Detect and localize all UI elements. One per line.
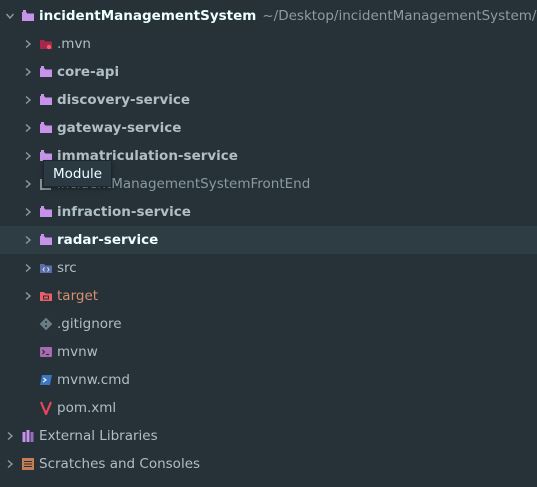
tree-row-core-api[interactable]: core-api xyxy=(0,58,537,86)
chevron-right-icon[interactable] xyxy=(22,290,34,302)
root-folder-name: incidentManagementSystem xyxy=(39,8,257,24)
chevron-right-icon[interactable] xyxy=(4,458,16,470)
module-tooltip: Module xyxy=(43,160,113,187)
chevron-right-icon[interactable] xyxy=(22,178,34,190)
tree-row-pom-xml[interactable]: pom.xml xyxy=(0,394,537,422)
tree-item-label: radar-service xyxy=(57,232,159,248)
tree-item-label: target xyxy=(57,288,99,304)
chevron-right-icon[interactable] xyxy=(22,38,34,50)
tree-item-label: discovery-service xyxy=(57,92,191,108)
tree-item-label: mvnw.cmd xyxy=(57,372,130,388)
chevron-right-icon[interactable] xyxy=(22,262,34,274)
tree-row-discovery-service[interactable]: discovery-service xyxy=(0,86,537,114)
maven-icon xyxy=(39,401,53,415)
tree-row-radar-service[interactable]: radar-service xyxy=(0,226,537,254)
chevron-right-icon[interactable] xyxy=(22,66,34,78)
tree-item-label: mvnw xyxy=(57,344,98,360)
powershell-icon xyxy=(39,373,53,387)
tree-item-label: infraction-service xyxy=(57,204,191,220)
tree-item-label: .mvn xyxy=(57,36,91,52)
tree-row-infraction-service[interactable]: infraction-service xyxy=(0,198,537,226)
tree-item-label: core-api xyxy=(57,64,120,80)
git-icon xyxy=(39,317,53,331)
module-folder-icon xyxy=(21,9,35,23)
source-folder-icon xyxy=(39,261,53,275)
tooltip-text: Module xyxy=(53,165,103,182)
chevron-right-icon[interactable] xyxy=(22,94,34,106)
tree-item-label: Scratches and Consoles xyxy=(39,456,201,472)
tree-row-scratches[interactable]: Scratches and Consoles xyxy=(0,450,537,478)
module-folder-icon xyxy=(39,233,53,247)
module-folder-icon xyxy=(39,121,53,135)
tree-item-label: src xyxy=(57,260,77,276)
tree-row-mvn[interactable]: .mvn xyxy=(0,30,537,58)
tree-row-mvnw[interactable]: mvnw xyxy=(0,338,537,366)
tree-item-label: gateway-service xyxy=(57,120,182,136)
chevron-right-icon[interactable] xyxy=(4,430,16,442)
tree-row-target[interactable]: target xyxy=(0,282,537,310)
module-folder-icon xyxy=(39,205,53,219)
tree-row-root[interactable]: incidentManagementSystem ~/Desktop/incid… xyxy=(0,2,537,30)
folder-icon xyxy=(39,37,53,51)
chevron-down-icon[interactable] xyxy=(4,10,16,22)
excluded-folder-icon xyxy=(39,289,53,303)
project-tree: incidentManagementSystem ~/Desktop/incid… xyxy=(0,0,537,487)
tree-row-gateway-service[interactable]: gateway-service xyxy=(0,114,537,142)
module-folder-icon xyxy=(39,65,53,79)
module-folder-icon xyxy=(39,93,53,107)
tree-row-gitignore[interactable]: .gitignore xyxy=(0,310,537,338)
scratches-icon xyxy=(21,457,35,471)
tree-row-src[interactable]: src xyxy=(0,254,537,282)
tree-row-external-libraries[interactable]: External Libraries xyxy=(0,422,537,450)
tree-item-label: .gitignore xyxy=(57,316,122,332)
chevron-right-icon[interactable] xyxy=(22,234,34,246)
tree-item-label: External Libraries xyxy=(39,428,158,444)
terminal-icon xyxy=(39,345,53,359)
tree-item-label: pom.xml xyxy=(57,400,117,416)
tree-row-mvnw-cmd[interactable]: mvnw.cmd xyxy=(0,366,537,394)
library-icon xyxy=(21,429,35,443)
root-folder-path: ~/Desktop/incidentManagementSystem/i xyxy=(262,8,537,24)
chevron-right-icon[interactable] xyxy=(22,150,34,162)
chevron-right-icon[interactable] xyxy=(22,206,34,218)
chevron-right-icon[interactable] xyxy=(22,122,34,134)
